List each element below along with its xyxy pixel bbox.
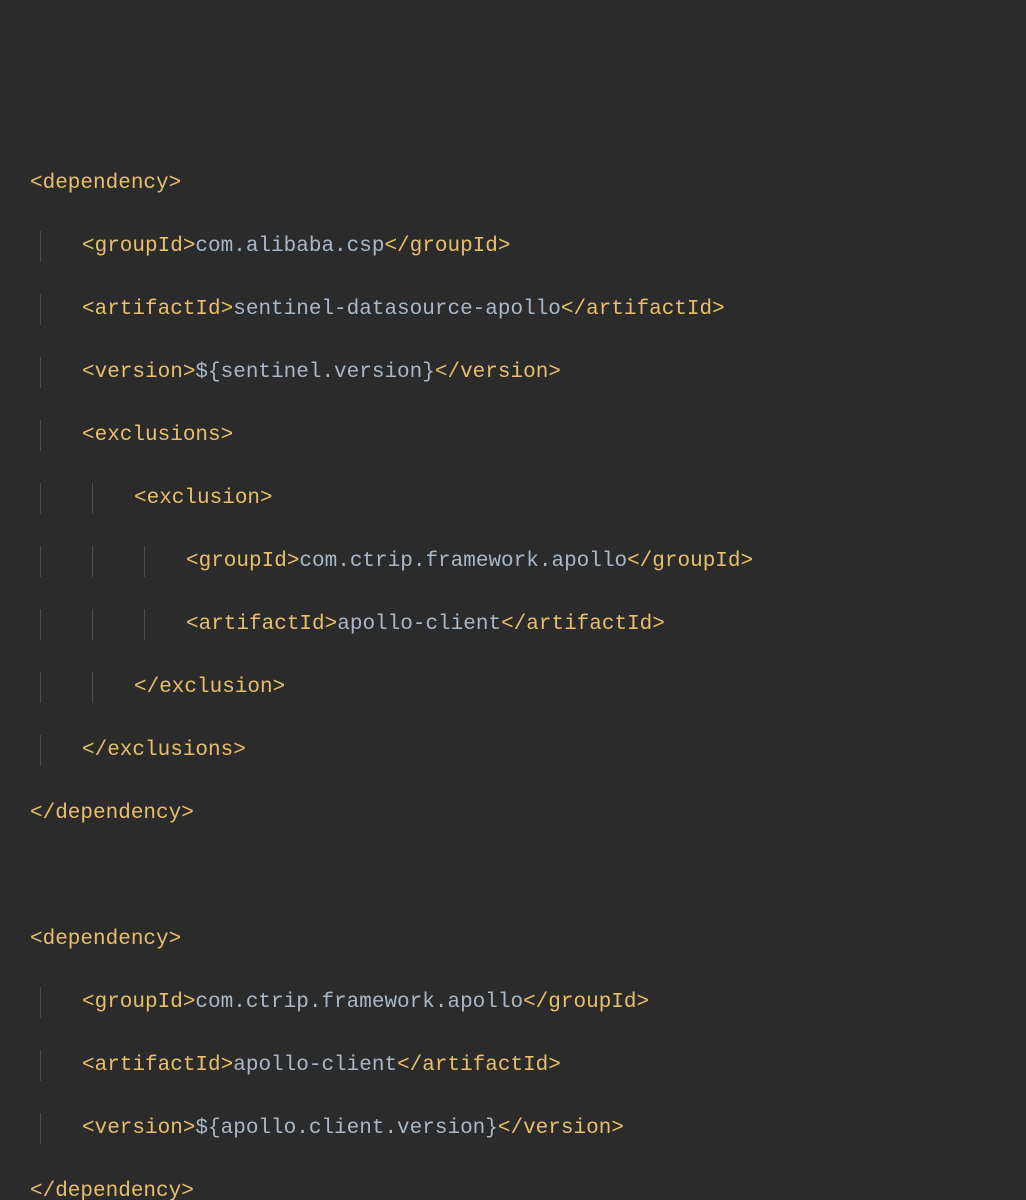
xml-tag: <version>: [82, 361, 195, 384]
xml-text: com.ctrip.framework.apollo: [195, 991, 523, 1014]
xml-text: sentinel-datasource-apollo: [233, 298, 561, 321]
xml-tag: <groupId>: [186, 550, 299, 573]
code-line: <exclusion>: [0, 483, 1026, 515]
code-line: <dependency>: [0, 168, 1026, 200]
code-line: [0, 861, 1026, 893]
xml-text: com.ctrip.framework.apollo: [299, 550, 627, 573]
code-line: <artifactId>apollo-client</artifactId>: [0, 609, 1026, 641]
xml-tag: </artifactId>: [397, 1054, 561, 1077]
xml-tag: </version>: [498, 1117, 624, 1140]
code-line: <dependency>: [0, 924, 1026, 956]
code-line: <groupId>com.ctrip.framework.apollo</gro…: [0, 987, 1026, 1019]
xml-tag: <exclusions>: [82, 424, 233, 447]
code-line: <version>${sentinel.version}</version>: [0, 357, 1026, 389]
xml-tag: </artifactId>: [501, 613, 665, 636]
xml-text: apollo-client: [233, 1054, 397, 1077]
xml-tag: </groupId>: [523, 991, 649, 1014]
xml-tag: <groupId>: [82, 991, 195, 1014]
xml-tag: </exclusion>: [134, 676, 285, 699]
xml-tag: <version>: [82, 1117, 195, 1140]
xml-tag: </groupId>: [627, 550, 753, 573]
code-line: <artifactId>apollo-client</artifactId>: [0, 1050, 1026, 1082]
code-line: <exclusions>: [0, 420, 1026, 452]
xml-text: apollo-client: [337, 613, 501, 636]
xml-tag: <dependency>: [30, 172, 181, 195]
code-line: <groupId>com.ctrip.framework.apollo</gro…: [0, 546, 1026, 578]
code-line: </dependency>: [0, 1176, 1026, 1200]
xml-tag: <exclusion>: [134, 487, 273, 510]
xml-text: com.alibaba.csp: [195, 235, 384, 258]
xml-tag: <artifactId>: [186, 613, 337, 636]
xml-tag: <artifactId>: [82, 298, 233, 321]
xml-tag: </exclusions>: [82, 739, 246, 762]
xml-text: ${sentinel.version}: [195, 361, 434, 384]
code-line: <groupId>com.alibaba.csp</groupId>: [0, 231, 1026, 263]
xml-tag: </version>: [435, 361, 561, 384]
code-line: </exclusions>: [0, 735, 1026, 767]
xml-tag: </dependency>: [30, 1180, 194, 1200]
code-line: </dependency>: [0, 798, 1026, 830]
code-line: </exclusion>: [0, 672, 1026, 704]
xml-text: ${apollo.client.version}: [195, 1117, 497, 1140]
code-line: <artifactId>sentinel-datasource-apollo</…: [0, 294, 1026, 326]
xml-tag: </artifactId>: [561, 298, 725, 321]
xml-tag: <artifactId>: [82, 1054, 233, 1077]
xml-tag: </groupId>: [384, 235, 510, 258]
xml-tag: <dependency>: [30, 928, 181, 951]
xml-tag: </dependency>: [30, 802, 194, 825]
xml-tag: <groupId>: [82, 235, 195, 258]
code-editor[interactable]: <dependency> <groupId>com.alibaba.csp</g…: [0, 136, 1026, 1200]
code-line: <version>${apollo.client.version}</versi…: [0, 1113, 1026, 1145]
